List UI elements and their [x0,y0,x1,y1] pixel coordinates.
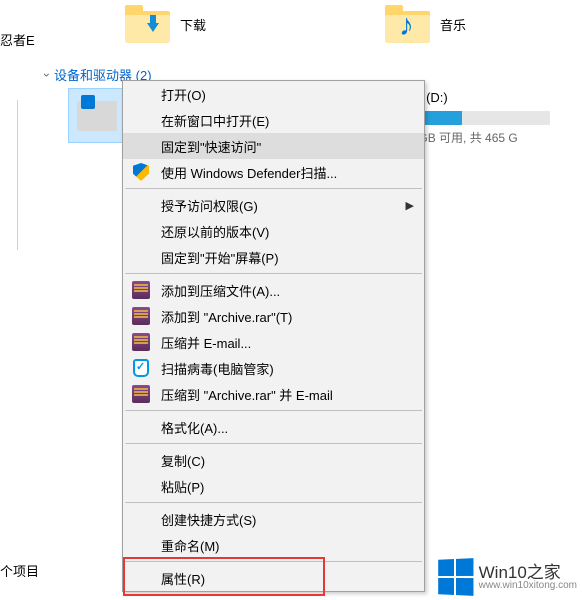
rar-icon [131,280,151,300]
menu-compress-email[interactable]: 压缩并 E-mail... [123,329,424,355]
submenu-arrow-icon: ▶ [406,199,414,212]
menu-open-new-window[interactable]: 在新窗口中打开(E) [123,107,424,133]
menu-compress-archive-email[interactable]: 压缩到 "Archive.rar" 并 E-mail [123,381,424,407]
menu-defender-scan[interactable]: 使用 Windows Defender扫描... [123,159,424,185]
menu-rename[interactable]: 重命名(M) [123,532,424,558]
menu-separator [125,443,422,444]
status-bar-text: 个项目 [0,561,39,580]
menu-separator [125,502,422,503]
menu-separator [125,561,422,562]
menu-create-shortcut[interactable]: 创建快捷方式(S) [123,506,424,532]
watermark-title: Win10之家 [479,564,577,581]
menu-add-archive-rar[interactable]: 添加到 "Archive.rar"(T) [123,303,424,329]
left-truncated-label: 忍者E [0,30,35,49]
folder-downloads[interactable]: 下载 [125,5,206,43]
menu-open[interactable]: 打开(O) [123,81,424,107]
folder-icon: ♪ [385,5,430,43]
rar-icon [131,384,151,404]
menu-grant-access[interactable]: 授予访问权限(G) ▶ [123,192,424,218]
folder-music[interactable]: ♪ 音乐 [385,5,466,43]
menu-add-archive[interactable]: 添加到压缩文件(A)... [123,277,424,303]
rar-icon [131,332,151,352]
folder-icon [125,5,170,43]
windows-logo-icon [438,558,473,596]
shield-icon [131,162,151,182]
watermark: Win10之家 www.win10xitong.com [437,559,577,595]
folder-label: 音乐 [440,15,466,34]
drive-icon [77,101,117,131]
folder-label: 下载 [180,15,206,34]
watermark-url: www.win10xitong.com [479,581,577,591]
menu-paste[interactable]: 粘贴(P) [123,473,424,499]
menu-pin-start[interactable]: 固定到"开始"屏幕(P) [123,244,424,270]
chevron-down-icon: › [40,73,54,77]
menu-scan-virus[interactable]: 扫描病毒(电脑管家) [123,355,424,381]
drive-c-selected[interactable] [68,88,126,143]
menu-separator [125,410,422,411]
guard-icon [131,358,151,378]
nav-tree-edge [0,100,18,250]
menu-restore-previous[interactable]: 还原以前的版本(V) [123,218,424,244]
menu-format[interactable]: 格式化(A)... [123,414,424,440]
menu-separator [125,188,422,189]
menu-properties[interactable]: 属性(R) [123,565,424,591]
context-menu: 打开(O) 在新窗口中打开(E) 固定到"快速访问" 使用 Windows De… [122,80,425,592]
rar-icon [131,306,151,326]
menu-copy[interactable]: 复制(C) [123,447,424,473]
menu-separator [125,273,422,274]
menu-pin-quick-access[interactable]: 固定到"快速访问" [123,133,424,159]
